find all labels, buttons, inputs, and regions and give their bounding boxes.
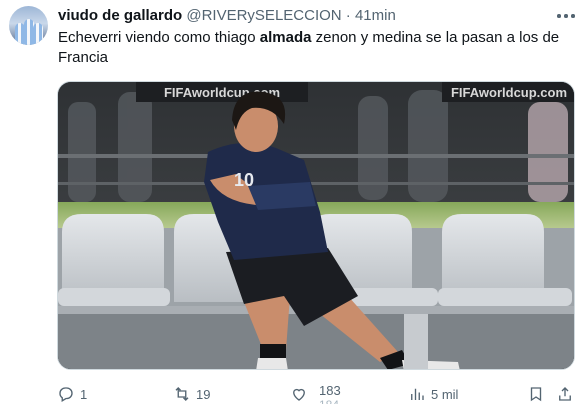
profile-avatar[interactable] [9, 6, 48, 45]
like-count: 183 [319, 383, 341, 398]
more-icon[interactable] [557, 10, 575, 22]
tweet-text-part: Echeverri viendo como thiago [58, 29, 260, 46]
views-button[interactable]: 5 mil [408, 384, 458, 404]
author-handle[interactable]: @RIVERySELECCION [186, 7, 341, 24]
tweet-header: viudo de gallardo @RIVERySELECCION · 41m… [58, 7, 396, 25]
reply-icon [59, 387, 73, 402]
like-button[interactable]: 183 184 [290, 384, 341, 404]
reply-button[interactable]: 1 [57, 384, 87, 404]
tweet-actions: 1 19 183 184 5 mil [0, 380, 584, 408]
share-button[interactable] [556, 384, 574, 404]
retweet-icon [175, 387, 189, 401]
heart-icon [293, 388, 305, 401]
tweet-text: Echeverri viendo como thiago almada zeno… [58, 28, 578, 68]
tweet-time[interactable]: 41min [355, 7, 396, 24]
views-count: 5 mil [431, 386, 459, 402]
separator-dot: · [345, 7, 351, 24]
bookmark-icon [530, 387, 542, 402]
share-icon [559, 387, 571, 401]
tweet-text-bold: almada [259, 29, 312, 46]
banner-right: FIFAworldcup.com [451, 85, 567, 100]
tweet-media-photo[interactable]: FIFAworldcup.com FIFAworldcup.com 10 [57, 81, 575, 370]
like-count-next: 184 [319, 398, 341, 404]
like-count-stack: 183 184 [314, 383, 341, 405]
reply-count: 1 [80, 386, 88, 402]
avatar-figure [33, 23, 43, 45]
photo-illustration: FIFAworldcup.com FIFAworldcup.com 10 [58, 82, 574, 369]
retweet-button[interactable]: 19 [173, 384, 210, 404]
views-icon [411, 388, 424, 400]
bookmark-button[interactable] [527, 384, 545, 404]
jersey-number: 10 [234, 170, 254, 190]
author-name[interactable]: viudo de gallardo [58, 7, 182, 24]
retweet-count: 19 [196, 386, 211, 402]
